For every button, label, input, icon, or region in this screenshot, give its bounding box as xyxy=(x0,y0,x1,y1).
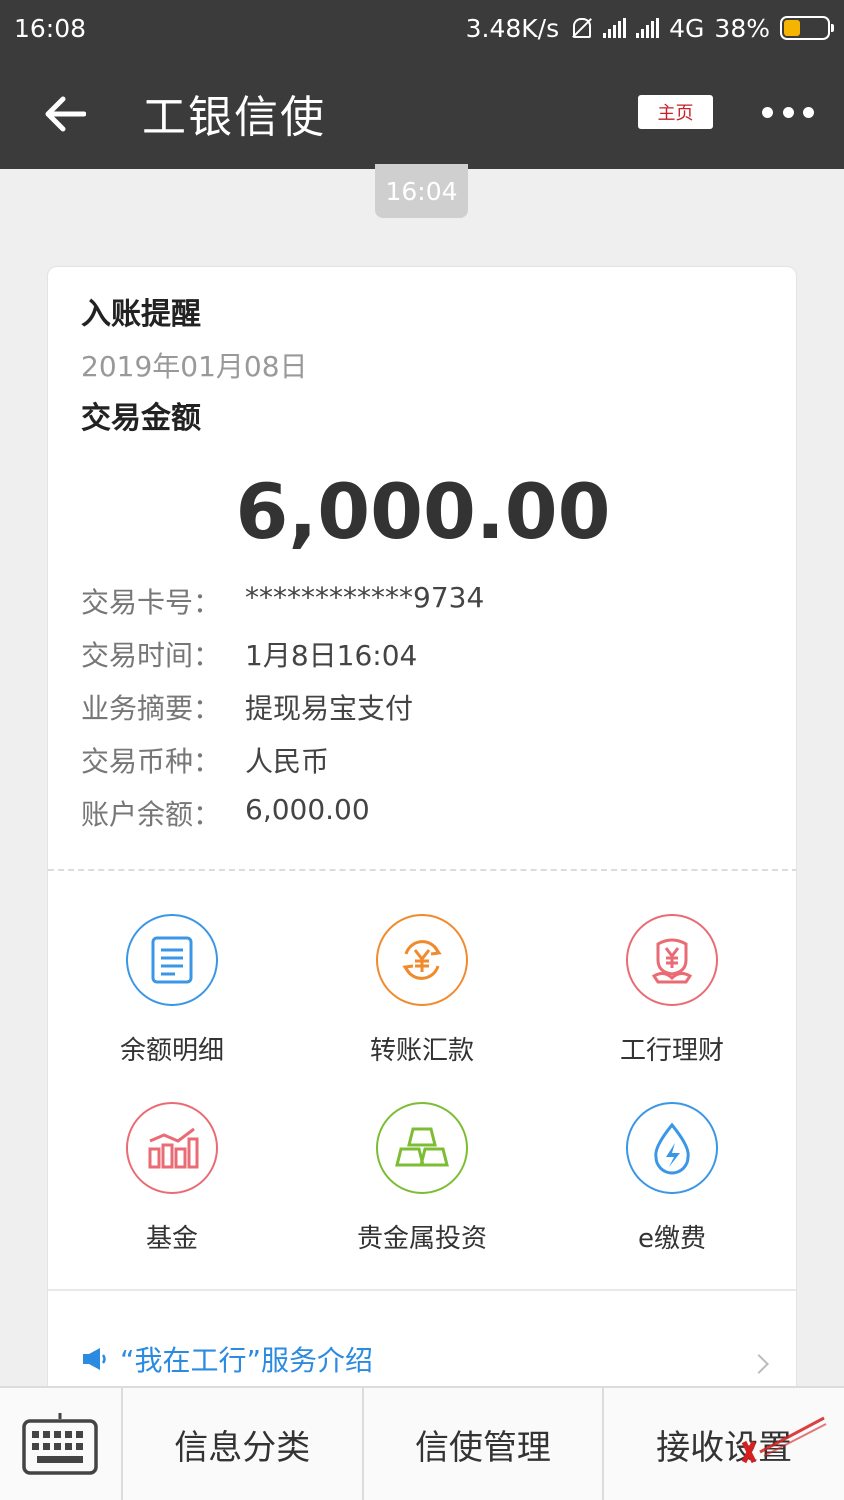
dashed-divider xyxy=(48,869,796,871)
arrow-left-icon xyxy=(45,96,86,131)
service-label: 贵金属投资 xyxy=(356,1224,487,1254)
gold-bars-icon xyxy=(376,1102,468,1194)
service-label: 基金 xyxy=(145,1224,198,1254)
service-wealth[interactable]: 工行理财 xyxy=(572,914,772,1067)
detail-row-card: 交易卡号： ************9734 xyxy=(81,581,484,621)
card-divider xyxy=(48,1289,796,1291)
service-label: e缴费 xyxy=(638,1224,706,1254)
status-time: 16:08 xyxy=(14,13,87,43)
service-label: 转账汇款 xyxy=(369,1036,474,1066)
service-e-payment[interactable]: e缴费 xyxy=(572,1102,772,1255)
yuan-flower-icon xyxy=(626,914,718,1006)
card-date: 2019年01月08日 xyxy=(81,350,308,383)
service-fund[interactable]: 基金 xyxy=(72,1102,272,1255)
keyboard-button[interactable] xyxy=(0,1388,123,1500)
mute-bell-icon xyxy=(569,16,593,40)
megaphone-icon xyxy=(83,1348,106,1370)
service-intro-link[interactable]: “我在工行”服务介绍 xyxy=(80,1339,373,1379)
signal-icon xyxy=(603,18,627,38)
more-dots-icon[interactable] xyxy=(762,92,814,132)
status-bar: 16:08 3.48K/s 4G 38% xyxy=(0,0,844,56)
detail-key: 业务摘要： xyxy=(81,692,222,725)
detail-key: 账户余额： xyxy=(81,798,222,831)
amount-value: 6,000.00 xyxy=(235,467,611,556)
service-precious-metal[interactable]: 贵金属投资 xyxy=(322,1102,522,1255)
app-title: 工银信使 xyxy=(142,91,326,143)
network-type: 4G xyxy=(669,13,705,43)
yuan-transfer-icon xyxy=(376,914,468,1006)
detail-row-time: 交易时间： 1月8日16:04 xyxy=(81,634,417,674)
home-button[interactable]: 主页 xyxy=(638,95,713,129)
net-speed: 3.48K/s xyxy=(465,13,560,43)
detail-key: 交易币种： xyxy=(81,745,222,778)
detail-row-summary: 业务摘要： 提现易宝支付 xyxy=(81,687,413,727)
detail-value: 1月8日16:04 xyxy=(245,639,418,672)
bottom-menu-bar: 信息分类 信使管理 接收设置 xyxy=(0,1386,844,1500)
battery-icon xyxy=(780,16,834,40)
detail-row-currency: 交易币种： 人民币 xyxy=(81,740,329,780)
detail-row-balance: 账户余额： 6,000.00 xyxy=(81,793,370,833)
watermark-logo-icon xyxy=(741,1416,827,1464)
amount-label: 交易金额 xyxy=(81,401,201,436)
back-button[interactable] xyxy=(30,78,100,148)
detail-value: ************9734 xyxy=(245,581,485,614)
message-time: 16:04 xyxy=(375,164,468,218)
service-label: 工行理财 xyxy=(619,1036,724,1066)
service-balance-detail[interactable]: 余额明细 xyxy=(72,914,272,1067)
detail-key: 交易时间： xyxy=(81,639,222,672)
menu-messenger-management[interactable]: 信使管理 xyxy=(364,1388,605,1500)
detail-value: 人民币 xyxy=(245,745,330,778)
card-title: 入账提醒 xyxy=(81,297,201,332)
bar-chart-icon xyxy=(126,1102,218,1194)
app-bar: 工银信使 主页 xyxy=(0,56,844,169)
document-icon xyxy=(126,914,218,1006)
status-icons: 3.48K/s 4G 38% xyxy=(465,13,834,43)
detail-value: 6,000.00 xyxy=(245,793,370,826)
battery-percent: 38% xyxy=(714,13,770,43)
detail-value: 提现易宝支付 xyxy=(245,692,414,725)
keyboard-icon xyxy=(22,1413,99,1475)
battery-fill xyxy=(784,20,800,36)
water-drop-icon xyxy=(626,1102,718,1194)
menu-info-category[interactable]: 信息分类 xyxy=(123,1388,364,1500)
notification-card: 入账提醒 2019年01月08日 交易金额 6,000.00 交易卡号： ***… xyxy=(47,266,797,1416)
signal-icon-2 xyxy=(636,18,660,38)
service-label: 余额明细 xyxy=(119,1036,224,1066)
detail-key: 交易卡号： xyxy=(81,586,222,619)
service-transfer[interactable]: 转账汇款 xyxy=(322,914,522,1067)
service-intro-text: “我在工行”服务介绍 xyxy=(120,1344,374,1377)
chevron-right-icon xyxy=(749,1354,769,1374)
